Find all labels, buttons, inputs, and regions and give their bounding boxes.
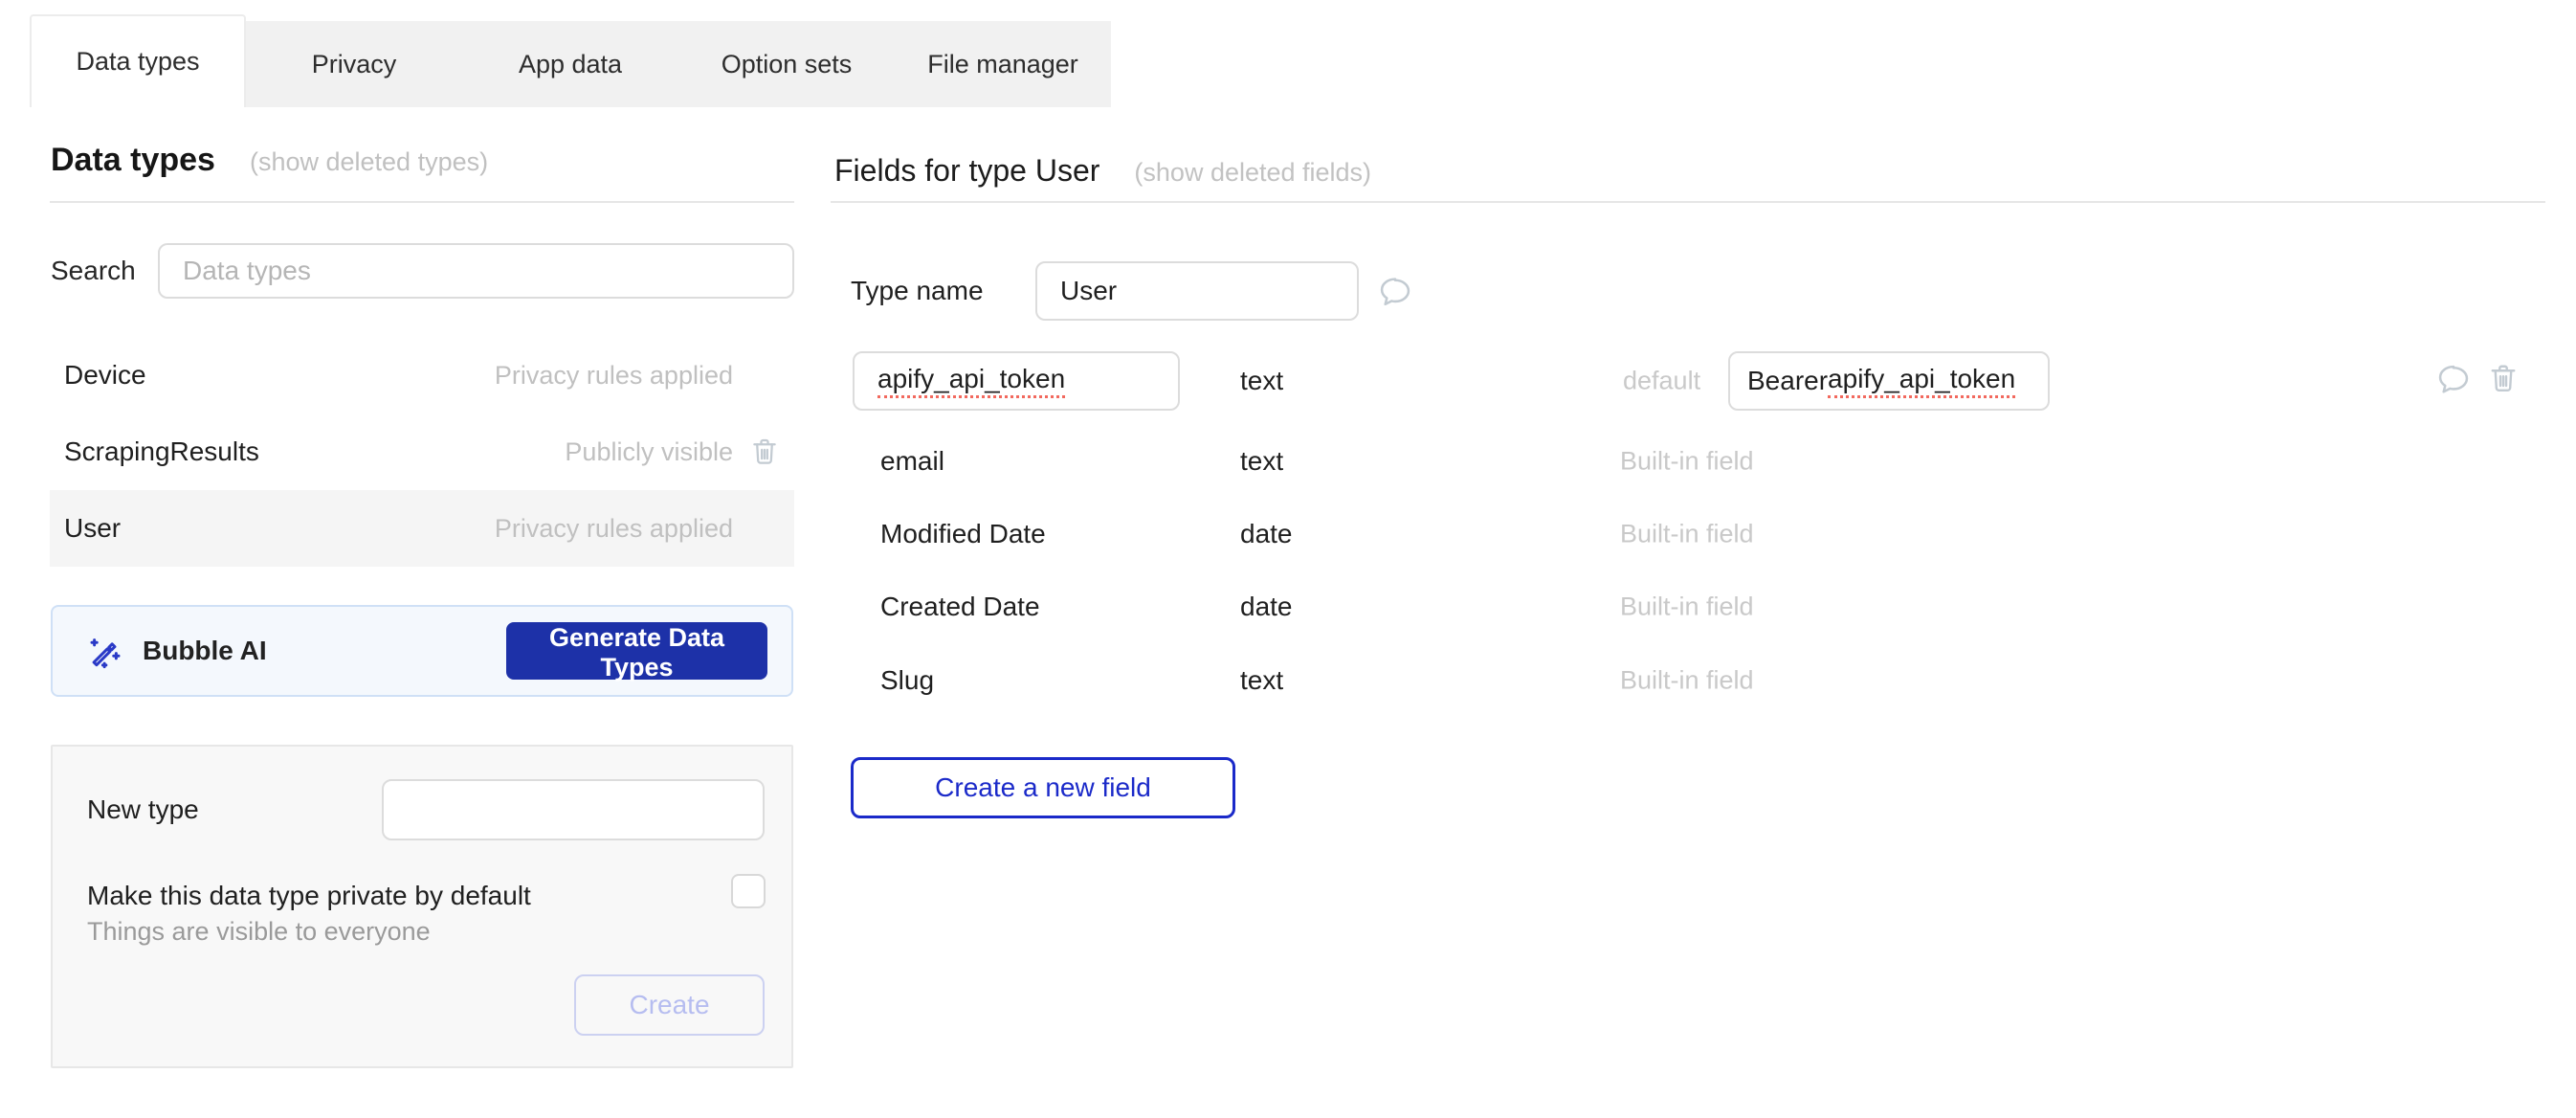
field-row: Slug text Built-in field (831, 651, 2545, 710)
tab-option-sets[interactable]: Option sets (678, 21, 895, 107)
field-type: date (1240, 592, 1293, 622)
tab-label: Privacy (312, 50, 397, 79)
tab-label: File manager (927, 50, 1078, 79)
magic-wand-icon (85, 631, 125, 671)
field-builtin-label: Built-in field (1620, 447, 1754, 477)
data-type-name: Device (64, 360, 495, 391)
data-type-name: ScrapingResults (64, 436, 565, 467)
new-type-input[interactable] (382, 779, 765, 840)
field-trash-slot (2486, 362, 2520, 401)
field-row: Created Date date Built-in field (831, 577, 2545, 637)
type-name-input[interactable] (1035, 261, 1359, 321)
field-default-label: default (1623, 367, 1700, 396)
field-builtin-label: Built-in field (1620, 593, 1754, 622)
field-row: Modified Date date Built-in field (831, 504, 2545, 564)
data-type-row-device[interactable]: Device Privacy rules applied (50, 337, 794, 414)
type-name-label: Type name (851, 276, 984, 306)
trash-icon[interactable] (2486, 362, 2520, 396)
tab-file-manager[interactable]: File manager (895, 21, 1111, 107)
show-deleted-fields-link[interactable]: (show deleted fields) (1134, 158, 1371, 188)
data-type-row-user[interactable]: User Privacy rules applied (50, 490, 794, 567)
right-panel-header: Fields for type User (show deleted field… (834, 153, 1371, 189)
tabbar: Data types Privacy App data Option sets File… (30, 14, 1111, 107)
data-type-status: Privacy rules applied (495, 361, 733, 391)
field-default-input[interactable]: Bearer apify_api_token (1728, 351, 2050, 411)
field-builtin-label: Built-in field (1620, 520, 1754, 549)
field-name: Modified Date (880, 519, 1046, 549)
data-type-status: Privacy rules applied (495, 514, 733, 544)
left-panel-header: Data types (show deleted types) (51, 142, 488, 179)
tab-label: Data types (76, 47, 199, 77)
type-name-comment-slot (1377, 273, 1413, 314)
field-type: date (1240, 519, 1293, 549)
field-name: email (880, 446, 944, 477)
field-type: text (1240, 366, 1283, 396)
field-type: text (1240, 446, 1283, 477)
field-builtin-label: Built-in field (1620, 666, 1754, 696)
bubble-ai-box: Bubble AI Generate Data Types (51, 605, 793, 697)
tab-label: Option sets (722, 50, 853, 79)
right-panel-title: Fields for type User (834, 153, 1099, 189)
tab-app-data[interactable]: App data (462, 21, 678, 107)
new-type-label: New type (87, 794, 199, 825)
field-type: text (1240, 665, 1283, 696)
field-name: Slug (880, 665, 934, 696)
private-by-default-checkbox[interactable] (731, 874, 766, 908)
trash-slot (733, 436, 781, 468)
create-new-field-button[interactable]: Create a new field (851, 757, 1235, 818)
search-input[interactable] (158, 243, 794, 299)
create-type-button[interactable]: Create (574, 974, 765, 1036)
search-row: Search (51, 243, 794, 299)
tab-data-types[interactable]: Data types (30, 14, 246, 107)
show-deleted-types-link[interactable]: (show deleted types) (250, 147, 488, 177)
field-name-input[interactable]: apify_api_token (853, 351, 1180, 411)
data-type-name: User (64, 513, 495, 544)
trash-icon[interactable] (748, 436, 781, 468)
left-panel-title: Data types (51, 142, 215, 179)
data-type-status: Publicly visible (565, 437, 733, 467)
bubble-ai-label: Bubble AI (143, 636, 267, 666)
right-panel-divider (831, 201, 2545, 203)
data-type-row-scrapingresults[interactable]: ScrapingResults Publicly visible (50, 414, 794, 490)
field-row: apify_api_token text default Bearer apif… (831, 351, 2545, 411)
type-name-row: Type name (831, 261, 2545, 321)
field-comment-slot (2435, 361, 2472, 402)
new-type-box: New type Make this data type private by … (51, 745, 793, 1068)
private-by-default-label: Make this data type private by default (87, 881, 531, 911)
visibility-hint: Things are visible to everyone (87, 917, 431, 947)
comment-icon[interactable] (1377, 273, 1413, 309)
tab-privacy[interactable]: Privacy (246, 21, 462, 107)
data-type-list: Device Privacy rules applied ScrapingRes… (50, 337, 794, 567)
bubble-data-editor: Data types Privacy App data Option sets File… (0, 0, 2576, 1118)
comment-icon[interactable] (2435, 361, 2472, 397)
search-label: Search (51, 256, 158, 286)
field-row: email text Built-in field (831, 432, 2545, 491)
generate-data-types-button[interactable]: Generate Data Types (506, 622, 767, 680)
field-name: Created Date (880, 592, 1040, 622)
tab-label: App data (519, 50, 622, 79)
left-panel-divider (50, 201, 794, 203)
